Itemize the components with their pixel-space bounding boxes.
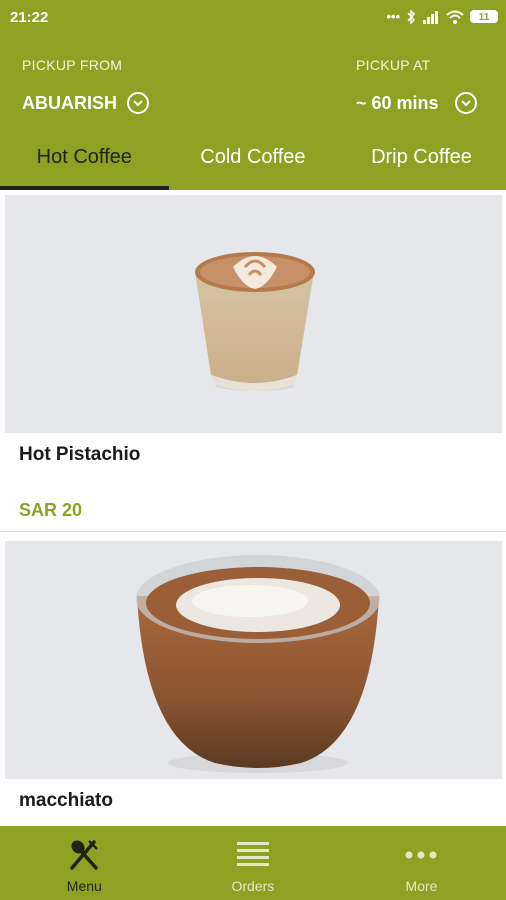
list-icon [235,838,271,872]
nav-orders[interactable]: Orders [169,826,338,900]
nav-more[interactable]: More [337,826,506,900]
nav-orders-label: Orders [231,878,275,894]
pickup-at-value: ~ 60 mins [356,92,439,113]
product-name: macchiato [19,790,113,811]
divider [0,531,506,532]
product-card[interactable]: macchiato [0,541,506,826]
tab-hot-coffee[interactable]: Hot Coffee [0,138,169,190]
product-image [5,195,502,433]
wifi-icon [446,10,464,24]
more-dots-status-icon: ••• [386,9,400,24]
pickup-from-label: PICKUP FROM [22,57,123,73]
product-card[interactable]: Hot Pistachio SAR 20 [0,195,506,533]
product-name: Hot Pistachio [19,444,141,465]
status-time: 21:22 [10,9,49,26]
bottom-navigation: Menu Orders More [0,826,506,900]
bluetooth-icon [407,9,416,24]
battery-icon: 11 [470,10,498,23]
pickup-from-value: ABUARISH [22,92,118,113]
status-icons: ••• 11 [386,9,498,24]
pickup-at-label: PICKUP AT [356,57,431,73]
signal-icon [423,10,438,24]
more-dots-icon [403,838,439,872]
nav-more-label: More [405,878,438,894]
category-tabs: Hot Coffee Cold Coffee Drip Coffee [0,138,506,190]
tab-drip-coffee[interactable]: Drip Coffee [337,138,506,190]
tab-cold-coffee[interactable]: Cold Coffee [169,138,338,190]
spoon-fork-icon [66,838,102,872]
nav-menu[interactable]: Menu [0,826,169,900]
chevron-down-icon [127,92,150,114]
status-bar: 21:22 ••• 11 [0,0,506,36]
product-price: SAR 20 [19,500,83,520]
chevron-down-icon [454,92,477,114]
pickup-from-selector[interactable]: ABUARISH [22,92,150,114]
pickup-at-selector[interactable]: ~ 60 mins [356,92,477,114]
nav-menu-label: Menu [66,878,102,894]
product-image [5,541,502,779]
app-header: 21:22 ••• 11 PICKUP FROM ABUARISH PICKUP… [0,0,506,190]
